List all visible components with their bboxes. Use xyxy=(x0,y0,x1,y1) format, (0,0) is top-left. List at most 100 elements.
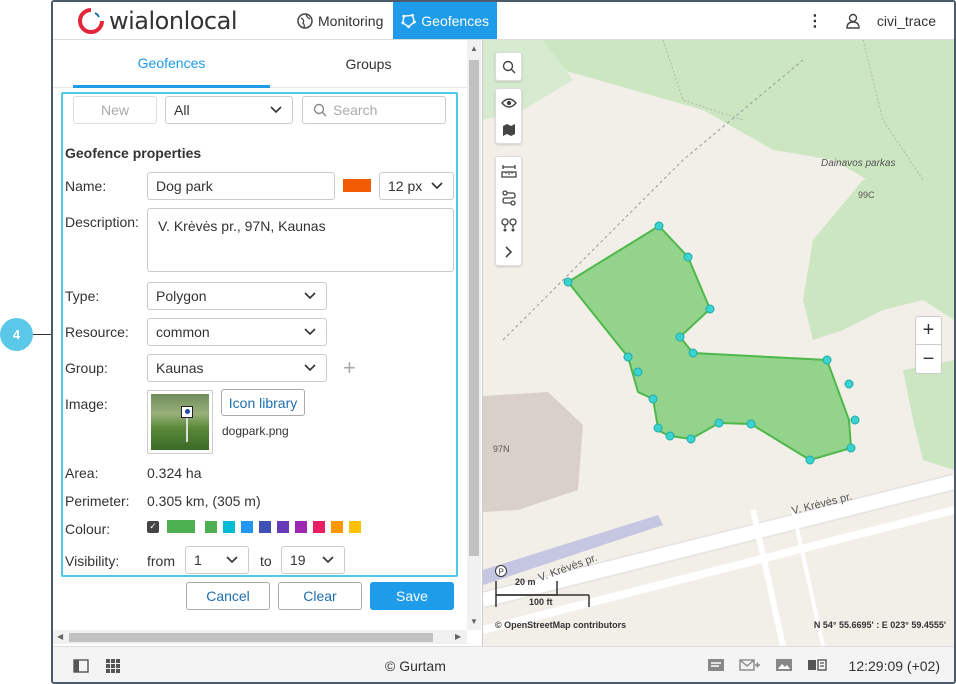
colour-option-5[interactable] xyxy=(277,520,289,533)
wialon-logo[interactable]: wialonlocal xyxy=(77,6,238,36)
zoom-control: + − xyxy=(915,316,942,374)
nav-monitoring[interactable]: Monitoring xyxy=(289,2,391,39)
filter-select[interactable]: All xyxy=(165,96,293,124)
geofence-polygon[interactable] xyxy=(566,224,853,462)
apps-grid-icon[interactable] xyxy=(105,658,121,674)
colour-option-6[interactable] xyxy=(295,520,307,533)
visibility-to-value: 19 xyxy=(290,552,306,568)
footer-right-tools xyxy=(707,657,827,673)
map-view[interactable]: Dainavos parkas 99C 97N V. Krėvės pr. V.… xyxy=(483,40,954,646)
colour-option-2[interactable] xyxy=(223,520,235,533)
resource-select[interactable]: common xyxy=(147,318,327,346)
house-99c-label: 99C xyxy=(858,190,875,200)
type-select[interactable]: Polygon xyxy=(147,282,327,310)
scroll-right-icon[interactable]: ▶ xyxy=(455,632,461,641)
visibility-button[interactable] xyxy=(496,89,521,116)
user-icon xyxy=(846,13,860,29)
colour-options xyxy=(205,520,367,533)
tab-groups[interactable]: Groups xyxy=(270,40,467,88)
messages-icon[interactable] xyxy=(739,657,761,673)
line-width-value: 12 px xyxy=(388,178,423,194)
search-icon xyxy=(313,103,327,117)
expand-tools-button[interactable] xyxy=(496,238,521,265)
save-button[interactable]: Save xyxy=(370,582,454,610)
colour-option-3[interactable] xyxy=(241,520,253,533)
sign-post xyxy=(186,418,188,442)
add-group-icon[interactable]: + xyxy=(343,355,356,381)
panel-toggle-icon[interactable] xyxy=(73,658,89,674)
visibility-label: Visibility: xyxy=(65,553,120,569)
globe-icon xyxy=(297,12,313,29)
geofence-panel: Geofences Groups ▲ ▼ New All Search Geof… xyxy=(53,40,483,646)
search-input[interactable]: Search xyxy=(302,96,446,124)
colour-checkbox[interactable]: ✓ xyxy=(147,520,159,533)
group-select[interactable]: Kaunas xyxy=(147,354,327,382)
name-field[interactable]: Dog park xyxy=(147,172,335,200)
points-button[interactable] xyxy=(496,211,521,238)
logo-mark-icon xyxy=(78,8,104,34)
resource-label: Resource: xyxy=(65,324,129,340)
scrollbar-thumb[interactable] xyxy=(69,633,433,642)
new-geofence-button[interactable]: New xyxy=(73,96,157,124)
selected-colour-swatch[interactable] xyxy=(167,520,195,533)
resource-value: common xyxy=(156,324,210,340)
perimeter-value: 0.305 km, (305 m) xyxy=(147,493,261,509)
copyright: © Gurtam xyxy=(385,658,446,674)
ruler-button[interactable] xyxy=(496,157,521,184)
geofence-icon xyxy=(401,13,416,28)
colour-option-9[interactable] xyxy=(349,520,361,533)
colour-option-8[interactable] xyxy=(331,520,343,533)
geofence-image[interactable] xyxy=(147,390,213,454)
app-window: wialonlocal Monitoring Geofences ⋮ civi_… xyxy=(51,0,956,684)
scrollbar-thumb[interactable] xyxy=(469,60,479,556)
colour-option-4[interactable] xyxy=(259,520,271,533)
park-area xyxy=(903,360,954,470)
route-button[interactable] xyxy=(496,184,521,211)
clear-button[interactable]: Clear xyxy=(278,582,362,610)
chevron-down-icon xyxy=(304,328,316,336)
line-width-select[interactable]: 12 px xyxy=(379,172,454,200)
visibility-from-value: 1 xyxy=(194,552,202,568)
scroll-down-icon[interactable]: ▼ xyxy=(470,617,478,626)
section-title: Geofence properties xyxy=(65,145,202,161)
chevron-down-icon xyxy=(322,556,334,564)
colour-option-7[interactable] xyxy=(313,520,325,533)
map-attribution[interactable]: © OpenStreetMap contributors xyxy=(495,620,626,630)
notifications-icon[interactable] xyxy=(707,657,725,673)
map-search-button[interactable] xyxy=(496,53,521,80)
user-menu[interactable]: civi_trace xyxy=(845,13,936,29)
tab-geofences[interactable]: Geofences xyxy=(73,40,270,88)
name-color-swatch[interactable] xyxy=(343,179,371,192)
group-label: Group: xyxy=(65,360,108,376)
callout-number: 4 xyxy=(12,327,21,342)
group-value: Kaunas xyxy=(156,360,204,376)
colour-label: Colour: xyxy=(65,521,111,537)
description-field[interactable]: V. Krėvės pr., 97N, Kaunas xyxy=(147,208,454,272)
scroll-up-icon[interactable]: ▲ xyxy=(470,44,478,53)
annotation-callout: 4 xyxy=(0,318,33,351)
parking-icon: P xyxy=(499,568,504,577)
type-label: Type: xyxy=(65,288,100,304)
image-label: Image: xyxy=(65,396,108,412)
cancel-button[interactable]: Cancel xyxy=(186,582,270,610)
visibility-to-select[interactable]: 19 xyxy=(281,546,345,574)
colour-option-1[interactable] xyxy=(205,520,217,533)
bottom-bar: © Gurtam 12:29:09 (+02) xyxy=(53,646,954,682)
header-right: ⋮ civi_trace xyxy=(807,2,936,39)
panel-vertical-scrollbar[interactable]: ▲ ▼ xyxy=(467,40,481,630)
map-points-icon xyxy=(500,217,517,231)
map-layers-button[interactable] xyxy=(496,116,521,143)
nav-geofences-label: Geofences xyxy=(421,12,489,29)
log-icon[interactable] xyxy=(807,657,827,673)
logo-brand: wialon xyxy=(109,7,184,35)
scroll-left-icon[interactable]: ◀ xyxy=(57,632,63,641)
visibility-from-select[interactable]: 1 xyxy=(185,546,249,574)
zoom-out-button[interactable]: − xyxy=(916,345,941,373)
more-menu-icon[interactable]: ⋮ xyxy=(807,11,823,31)
icon-library-button[interactable]: Icon library xyxy=(221,389,305,416)
nav-geofences[interactable]: Geofences xyxy=(393,2,497,39)
zoom-in-button[interactable]: + xyxy=(916,317,941,345)
panel-horizontal-scrollbar[interactable]: ◀ ▶ xyxy=(53,630,467,644)
gallery-icon[interactable] xyxy=(775,657,793,673)
search-icon xyxy=(502,60,515,73)
